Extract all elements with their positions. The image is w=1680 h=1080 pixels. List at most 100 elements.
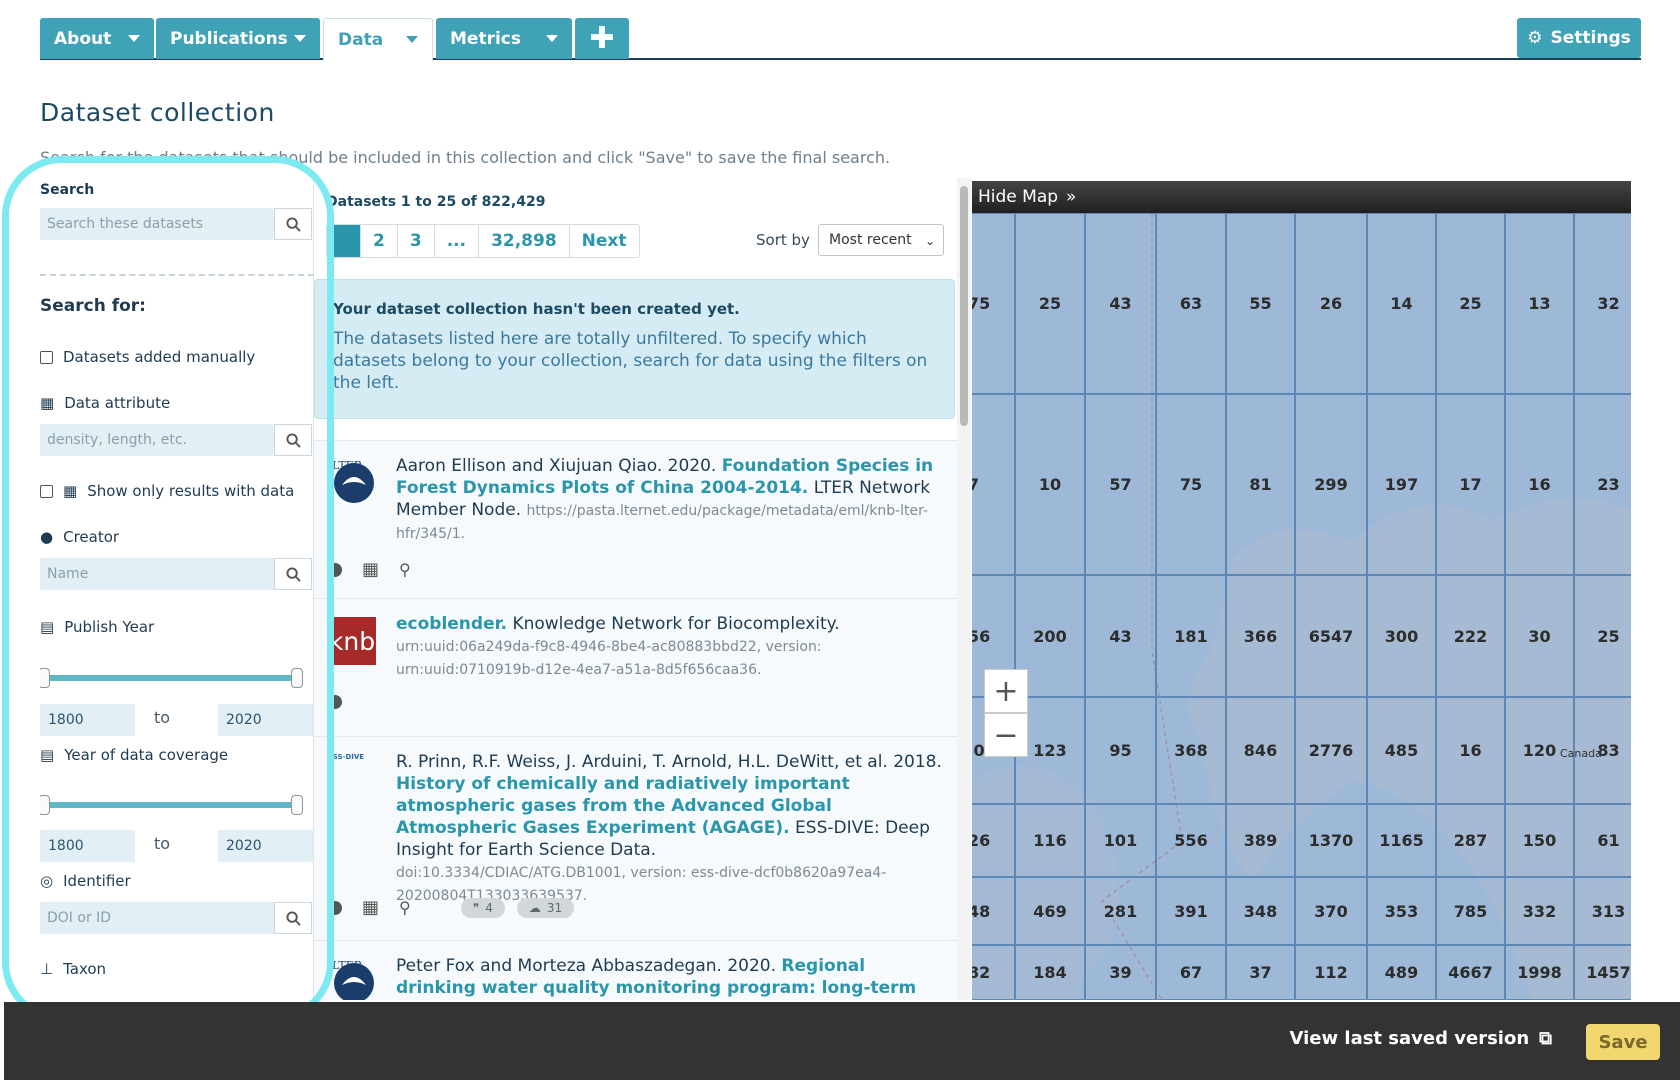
map[interactable]: Hide Map » 17525436355261425133271057758… [972, 181, 1631, 1000]
map-cell[interactable]: 57 [1085, 394, 1156, 575]
map-cell[interactable]: 30 [1505, 575, 1574, 697]
map-cell[interactable]: 101 [1085, 804, 1156, 877]
publish-year-slider[interactable] [43, 675, 298, 681]
map-cell[interactable]: 14 [1367, 213, 1436, 394]
results-scroll-thumb[interactable] [960, 186, 968, 426]
map-cell[interactable]: 391 [1156, 877, 1226, 945]
map-cell[interactable]: 222 [1436, 575, 1505, 697]
save-button[interactable]: Save [1586, 1024, 1660, 1060]
map-cell[interactable]: 25 [1436, 213, 1505, 394]
tab-metrics[interactable]: Metrics [436, 18, 572, 59]
map-cell[interactable]: 287 [1436, 804, 1505, 877]
map-cell[interactable]: 32 [1574, 213, 1631, 394]
publish-year-handle-min[interactable] [40, 668, 50, 688]
map-cell[interactable]: 175 [972, 213, 1015, 394]
page-last-button[interactable]: 32,898 [479, 225, 570, 257]
map-cell[interactable]: 95 [1085, 697, 1156, 804]
result-item[interactable]: knb ecoblender. Knowledge Network for Bi… [314, 598, 957, 736]
map-cell[interactable]: 348 [1226, 877, 1295, 945]
coverage-handle-min[interactable] [40, 795, 50, 815]
map-cell[interactable]: 81 [1226, 394, 1295, 575]
result-item[interactable]: LTER Peter Fox and Morteza Abbaszadegan.… [314, 940, 957, 1000]
map-cell[interactable]: 184 [1015, 945, 1085, 1000]
downloads-badge[interactable]: ☁ 31 [516, 897, 575, 918]
map-cell[interactable]: 13 [1505, 213, 1574, 394]
data-attribute-search-button[interactable] [274, 424, 312, 456]
publish-year-from-input[interactable]: 1800 [40, 704, 135, 736]
map-cell[interactable]: 112 [1295, 945, 1367, 1000]
zoom-in-button[interactable]: + [984, 669, 1028, 713]
map-cell[interactable]: 25 [1015, 213, 1085, 394]
map-cell[interactable]: 197 [1367, 394, 1436, 575]
map-cell[interactable]: 61 [1574, 804, 1631, 877]
map-cell[interactable]: 16 [1505, 394, 1574, 575]
result-title-link[interactable]: History of chemically and radiatively im… [396, 774, 850, 838]
next-page-button[interactable]: Next [570, 225, 639, 257]
page-3-button[interactable]: 3 [398, 225, 435, 257]
map-cell[interactable]: 846 [1226, 697, 1295, 804]
map-cell[interactable]: 1998 [1505, 945, 1574, 1000]
zoom-out-button[interactable]: − [984, 713, 1028, 757]
map-cell[interactable]: 300 [1367, 575, 1436, 697]
hide-map-button[interactable]: Hide Map » [972, 181, 1631, 213]
coverage-to-input[interactable]: 2020 [218, 830, 313, 862]
map-cell[interactable]: 485 [1367, 697, 1436, 804]
map-cell[interactable]: 226 [972, 804, 1015, 877]
result-title-link[interactable]: ecoblender. [396, 614, 507, 634]
search-button[interactable] [274, 208, 312, 240]
page-1-button[interactable] [327, 225, 361, 257]
map-cell[interactable]: 39 [1085, 945, 1156, 1000]
result-item[interactable]: LTER Aaron Ellison and Xiujuan Qiao. 202… [314, 440, 957, 598]
map-cell[interactable]: 366 [1226, 575, 1295, 697]
tab-publications[interactable]: Publications [156, 18, 320, 59]
map-cell[interactable]: 348 [972, 877, 1015, 945]
map-cell[interactable]: 181 [1156, 575, 1226, 697]
map-cell[interactable]: 23 [1574, 394, 1631, 575]
tab-data[interactable]: Data [323, 18, 433, 61]
map-cell[interactable]: 7 [972, 394, 1015, 575]
map-cell[interactable]: 389 [1226, 804, 1295, 877]
map-cell[interactable]: 1165 [1367, 804, 1436, 877]
identifier-input[interactable]: DOI or ID [40, 902, 274, 934]
map-cell[interactable]: 75 [1156, 394, 1226, 575]
map-cell[interactable]: 313 [1574, 877, 1631, 945]
map-cell[interactable]: 4667 [1436, 945, 1505, 1000]
map-cell[interactable]: 469 [1015, 877, 1085, 945]
map-cell[interactable]: 55 [1226, 213, 1295, 394]
map-cell[interactable]: 281 [1085, 877, 1156, 945]
map-cell[interactable]: 25 [1574, 575, 1631, 697]
map-cell[interactable]: 282 [972, 945, 1015, 1000]
map-cell[interactable]: 332 [1505, 877, 1574, 945]
map-cell[interactable]: 299 [1295, 394, 1367, 575]
map-cell[interactable]: 16 [1436, 697, 1505, 804]
map-cell[interactable]: 2776 [1295, 697, 1367, 804]
map-cell[interactable]: 43 [1085, 575, 1156, 697]
publish-year-handle-max[interactable] [291, 668, 303, 688]
result-item[interactable]: ESS-DIVE R. Prinn, R.F. Weiss, J. Arduin… [314, 736, 957, 940]
map-cell[interactable]: 556 [1156, 804, 1226, 877]
manual-checkbox[interactable] [40, 350, 53, 364]
tab-about[interactable]: About [40, 18, 154, 59]
coverage-slider[interactable] [43, 802, 298, 808]
search-input[interactable]: Search these datasets [40, 208, 274, 240]
identifier-search-button[interactable] [274, 902, 312, 934]
map-cell[interactable]: 10 [1015, 394, 1085, 575]
view-last-saved-link[interactable]: View last saved version ⧉ [1290, 1028, 1552, 1049]
map-cell[interactable]: 63 [1156, 213, 1226, 394]
map-cell[interactable]: 67 [1156, 945, 1226, 1000]
show-only-data-checkbox[interactable] [40, 484, 53, 498]
map-cell[interactable]: 43 [1085, 213, 1156, 394]
map-cell[interactable]: 150 [1505, 804, 1574, 877]
map-cell[interactable]: 26 [1295, 213, 1367, 394]
map-cell[interactable]: 370 [1295, 877, 1367, 945]
map-cell[interactable]: 489 [1367, 945, 1436, 1000]
sort-select[interactable]: Most recent ⌄ [818, 224, 944, 256]
map-cell[interactable]: 1370 [1295, 804, 1367, 877]
publish-year-to-input[interactable]: 2020 [218, 704, 313, 736]
add-tab-button[interactable]: ✚ [575, 18, 629, 59]
data-attribute-input[interactable]: density, length, etc. [40, 424, 274, 456]
page-2-button[interactable]: 2 [361, 225, 398, 257]
settings-button[interactable]: ⚙ Settings [1517, 18, 1641, 58]
map-cell[interactable]: 1457 [1574, 945, 1631, 1000]
citations-badge[interactable]: ❞ 4 [460, 897, 505, 918]
